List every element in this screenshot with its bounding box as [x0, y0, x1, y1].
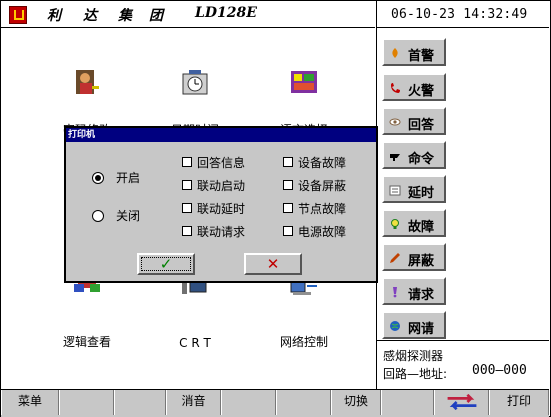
- command-label: 命令: [408, 152, 435, 167]
- model-name: LD128E: [195, 5, 257, 21]
- delay-button[interactable]: 延时: [382, 175, 446, 203]
- crt-label: C R T: [179, 336, 211, 350]
- first-alarm-label: 首警: [408, 49, 435, 64]
- checkbox-power-fault[interactable]: [283, 226, 293, 236]
- checkbox-linkage-request-label: 联动请求: [197, 225, 246, 239]
- bottom-bar: 菜单 消音 切换 打印: [1, 389, 549, 417]
- radio-on-label: 开启: [116, 171, 141, 185]
- checkbox-device-shield[interactable]: [283, 180, 293, 190]
- request-label: 请求: [408, 288, 435, 303]
- blank-key-5[interactable]: [381, 390, 434, 415]
- checkbox-answer-info-label: 回答信息: [197, 156, 246, 170]
- title-char-4: 团: [149, 8, 163, 24]
- checkbox-linkage-start-label: 联动启动: [197, 179, 246, 193]
- device-info-box: 感烟探测器 回路—地址: 000—000: [376, 340, 549, 389]
- bulb-icon: [391, 219, 399, 229]
- crt-tile[interactable]: C R T: [140, 280, 250, 350]
- key-person-icon: [76, 70, 99, 94]
- fire-alarm-button[interactable]: 火警: [382, 73, 446, 101]
- radio-off-label: 关闭: [116, 209, 141, 223]
- radio-on[interactable]: [92, 172, 104, 184]
- checkbox-linkage-start[interactable]: [182, 180, 192, 190]
- radio-off[interactable]: [92, 210, 104, 222]
- answer-button[interactable]: 回答: [382, 107, 446, 135]
- network-control-label: 网络控制: [279, 335, 328, 349]
- title-char-1: 利: [47, 8, 61, 24]
- checkbox-linkage-delay[interactable]: [182, 203, 192, 213]
- request-button[interactable]: 请求: [382, 277, 446, 305]
- status-indicator: [434, 390, 489, 415]
- blank-key-4[interactable]: [276, 390, 331, 415]
- answer-label: 回答: [408, 118, 435, 133]
- request-icon: [393, 287, 397, 298]
- fire-alarm-label: 火警: [408, 84, 435, 99]
- checkbox-power-fault-label: 电源故障: [298, 225, 347, 239]
- pencil-icon: [390, 253, 400, 263]
- datetime-display: 06-10-23 14:32:49: [391, 7, 528, 22]
- title-char-3: 集: [118, 8, 132, 24]
- globe-icon: [390, 321, 400, 331]
- network-request-label: 网请: [408, 322, 435, 337]
- right-button-column: 首警 火警 回答 命令 延时 故障 屏蔽 请求 网请: [376, 28, 549, 340]
- checkbox-device-fault-label: 设备故障: [298, 156, 347, 170]
- network-control-tile[interactable]: 网络控制: [249, 280, 359, 350]
- checkbox-linkage-request[interactable]: [182, 226, 192, 236]
- logic-view-label: 逻辑查看: [62, 335, 111, 349]
- phone-icon: [391, 83, 400, 93]
- menu-button[interactable]: 菜单: [1, 390, 59, 415]
- checkbox-answer-info[interactable]: [182, 157, 192, 167]
- first-alarm-button[interactable]: 首警: [382, 38, 446, 66]
- blank-key-1[interactable]: [59, 390, 114, 415]
- delay-icon: [389, 185, 401, 196]
- command-button[interactable]: 命令: [382, 141, 446, 169]
- logic-view-tile[interactable]: 逻辑查看: [32, 280, 142, 350]
- address-label: 回路—地址:: [383, 367, 448, 381]
- network-request-button[interactable]: 网请: [382, 311, 446, 339]
- blank-key-2[interactable]: [114, 390, 166, 415]
- print-button[interactable]: 打印: [489, 390, 549, 415]
- blank-key-3[interactable]: [221, 390, 276, 415]
- checkbox-node-fault[interactable]: [283, 203, 293, 213]
- command-icon: [390, 154, 400, 161]
- flame-icon: [392, 48, 398, 58]
- switch-button[interactable]: 切换: [331, 390, 381, 415]
- title-char-2: 达: [83, 8, 97, 24]
- device-type: 感烟探测器: [383, 349, 444, 363]
- fault-label: 故障: [408, 220, 435, 235]
- eye-icon: [389, 118, 401, 126]
- dialog-title-bar: 打印机: [66, 128, 376, 142]
- crt-monitor-icon: [182, 280, 207, 294]
- fault-button[interactable]: 故障: [382, 209, 446, 237]
- shield-button[interactable]: 屏蔽: [382, 243, 446, 271]
- checkbox-device-fault[interactable]: [283, 157, 293, 167]
- swap-arrows-icon: [447, 393, 476, 411]
- language-icon: [291, 71, 317, 93]
- clock-icon: [182, 70, 208, 95]
- logic-icon: [74, 280, 100, 292]
- mute-button[interactable]: 消音: [166, 390, 221, 415]
- printer-dialog: 打印机 开启 关闭 回答信息 联动启动 联动延时 联动请求 设备故障 设备屏蔽 …: [64, 126, 378, 283]
- company-logo-icon: [9, 6, 27, 24]
- shield-label: 屏蔽: [408, 254, 435, 269]
- cancel-button[interactable]: ✕: [244, 253, 302, 275]
- ok-button[interactable]: ✓: [137, 253, 195, 275]
- checkbox-device-shield-label: 设备屏蔽: [298, 179, 347, 193]
- dialog-title: 打印机: [68, 130, 96, 140]
- checkbox-linkage-delay-label: 联动延时: [197, 202, 246, 216]
- checkbox-node-fault-label: 节点故障: [298, 202, 347, 216]
- delay-label: 延时: [408, 186, 435, 201]
- network-icon: [290, 281, 317, 295]
- address-value: 000—000: [472, 363, 527, 378]
- title-bar: 利 达 集 团 LD128E: [1, 1, 375, 28]
- clock-box: 06-10-23 14:32:49: [376, 1, 549, 28]
